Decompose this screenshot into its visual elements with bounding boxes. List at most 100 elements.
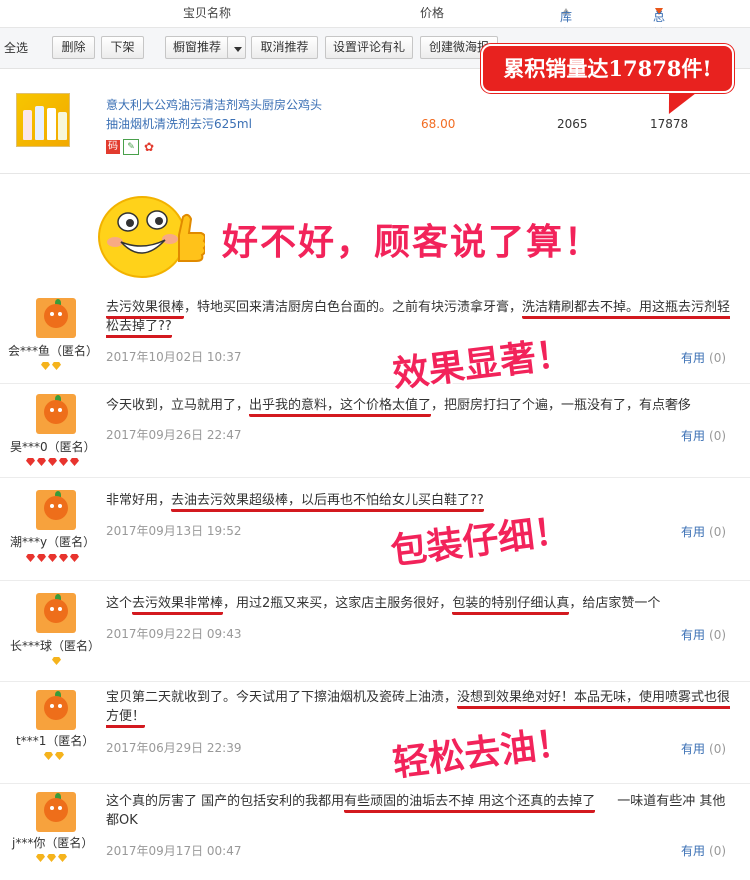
delete-button[interactable]: 删除 xyxy=(52,36,95,59)
gem-icon xyxy=(48,554,57,562)
column-header-stock-sort[interactable]: 库存 xyxy=(560,4,572,41)
useful-label: 有用 xyxy=(681,429,706,443)
useful-button[interactable]: 有用 (0) xyxy=(681,427,726,444)
avatar xyxy=(36,690,76,730)
useful-label: 有用 xyxy=(681,351,706,365)
review-content: 宝贝第二天就收到了。今天试用了下擦油烟机及瓷砖上油渍，没想到效果绝对好！本品无味… xyxy=(106,688,742,728)
review-item: 会***鱼（匿名） 去污效果很棒，特地买回来清洁厨房白色台面的。之前有块污渍拿牙… xyxy=(0,292,750,384)
review-item: 长***球（匿名） 这个去污效果非常棒，用过2瓶又来买，这家店主服务很好，包装的… xyxy=(0,581,750,682)
useful-label: 有用 xyxy=(681,525,706,539)
promo-tag-icon: 码 xyxy=(106,139,120,154)
review-highlight: 有些顽固的油垢去不掉 用这个还真的去掉了 xyxy=(344,794,596,813)
review-text: ，给店家赞一个 xyxy=(569,596,661,611)
window-recommend-dropdown[interactable] xyxy=(227,36,246,59)
review-content: 非常好用，去油去污效果超级棒，以后再也不怕给女儿买白鞋了?? xyxy=(106,491,742,512)
useful-label: 有用 xyxy=(681,742,706,756)
review-item: 潮***y（匿名） 非常好用，去油去污效果超级棒，以后再也不怕给女儿买白鞋了??… xyxy=(0,478,750,581)
gem-icon xyxy=(48,458,57,466)
product-tags: 码 ✎ ✿ xyxy=(106,136,159,155)
gem-icon xyxy=(70,458,79,466)
review-text: ，把厨房打扫了个遍，一瓶没有了，有点奢侈 xyxy=(431,398,692,413)
useful-count: (0) xyxy=(709,628,727,642)
review-item: 昊***0（匿名） 今天收到，立马就用了，出乎我的意料，这个价格太值了，把厨房打… xyxy=(0,384,750,478)
review-text: 非常好用， xyxy=(106,493,172,508)
sales-badge-text: 累积销量达17878件! xyxy=(503,56,712,81)
reviewer-nick: j***你（匿名） xyxy=(12,836,94,850)
reviewer-level xyxy=(41,362,63,370)
reviewer-level xyxy=(26,554,81,562)
useful-label: 有用 xyxy=(681,844,706,858)
review-item: t***1（匿名） 宝贝第二天就收到了。今天试用了下擦油烟机及瓷砖上油渍，没想到… xyxy=(0,682,750,784)
gem-icon xyxy=(52,657,61,665)
useful-button[interactable]: 有用 (0) xyxy=(681,626,726,643)
useful-count: (0) xyxy=(709,351,727,365)
review-text: ，特地买回来清洁厨房白色台面的。之前有块污渍拿牙膏， xyxy=(184,300,523,315)
useful-label: 有用 xyxy=(681,628,706,642)
sales-badge: 累积销量达17878件! xyxy=(481,44,734,93)
review-text: ，用过2瓶又来买，这家店主服务很好， xyxy=(223,596,453,611)
bottle-shape xyxy=(58,112,67,140)
reviewer-nick: 潮***y（匿名） xyxy=(10,535,96,549)
gem-icon xyxy=(41,362,50,370)
useful-button[interactable]: 有用 (0) xyxy=(681,349,726,366)
set-review-gift-button[interactable]: 设置评论有礼 xyxy=(325,36,413,59)
useful-count: (0) xyxy=(709,742,727,756)
review-content: 去污效果很棒，特地买回来清洁厨房白色台面的。之前有块污渍拿牙膏，洗洁精刷都去不掉… xyxy=(106,298,742,338)
thumbs-up-emoji xyxy=(98,196,205,278)
product-price: 68.00 xyxy=(421,117,456,131)
review-date: 2017年09月17日 00:47 xyxy=(106,844,242,858)
gem-icon xyxy=(26,554,35,562)
table-header: 宝贝名称 价格 库存 总销量 xyxy=(0,0,750,58)
reviewer-nick: 昊***0（匿名） xyxy=(10,440,96,454)
reviewer-level xyxy=(44,752,66,760)
product-sales: 17878 xyxy=(650,117,689,131)
bottle-shape xyxy=(47,108,56,140)
bottle-shape xyxy=(35,106,44,140)
column-header-price: 价格 xyxy=(420,6,445,20)
reviewer-level xyxy=(52,657,63,665)
gem-icon xyxy=(55,752,64,760)
review-content: 这个去污效果非常棒，用过2瓶又来买，这家店主服务很好，包装的特别仔细认真，给店家… xyxy=(106,594,742,615)
window-recommend-button[interactable]: 橱窗推荐 xyxy=(165,36,229,59)
review-item: j***你（匿名） 这个真的厉害了 国产的包括安利的我都用有些顽固的油垢去不掉 … xyxy=(0,784,750,880)
gem-icon xyxy=(59,554,68,562)
useful-button[interactable]: 有用 (0) xyxy=(681,842,726,859)
bottle-shape xyxy=(23,110,32,140)
gem-icon xyxy=(52,362,61,370)
review-highlight: 去污效果非常棒 xyxy=(132,596,224,615)
review-highlight: 去污效果很棒 xyxy=(106,300,185,319)
column-header-name: 宝贝名称 xyxy=(183,6,232,20)
product-title-link[interactable]: 意大利大公鸡油污清洁剂鸡头厨房公鸡头抽油烟机清洗剂去污625ml xyxy=(106,96,326,134)
cancel-recommend-button[interactable]: 取消推荐 xyxy=(251,36,318,59)
gem-icon xyxy=(37,458,46,466)
column-header-sales-sort[interactable]: 总销量 xyxy=(653,4,665,58)
review-date: 2017年06月29日 22:39 xyxy=(106,741,242,755)
reviewer-level xyxy=(26,458,81,466)
dropdown-arrow-icon xyxy=(234,47,242,52)
review-date: 2017年09月22日 09:43 xyxy=(106,627,242,641)
gem-icon xyxy=(70,554,79,562)
review-highlight: 包装的特别仔细认真 xyxy=(452,596,570,615)
avatar xyxy=(36,490,76,530)
useful-count: (0) xyxy=(709,429,727,443)
edit-tag-icon: ✎ xyxy=(123,138,139,155)
banner-slogan: 好不好，顾客说了算！ xyxy=(222,222,603,263)
gem-icon xyxy=(44,752,53,760)
gem-icon xyxy=(47,854,56,862)
unlist-button[interactable]: 下架 xyxy=(101,36,144,59)
review-text: 这个真的厉害了 国产的包括安利的我都用 xyxy=(106,794,345,809)
product-thumbnail[interactable] xyxy=(16,93,70,147)
gem-icon xyxy=(26,458,35,466)
useful-button[interactable]: 有用 (0) xyxy=(681,523,726,540)
gem-icon xyxy=(37,554,46,562)
flower-tag-icon: ✿ xyxy=(142,139,156,154)
select-all-checkbox[interactable]: 全选 xyxy=(4,39,28,56)
reviewer-nick: 会***鱼（匿名） xyxy=(8,344,99,358)
reviewer-level xyxy=(36,854,69,862)
useful-button[interactable]: 有用 (0) xyxy=(681,740,726,757)
reviewer-nick: 长***球（匿名） xyxy=(10,639,101,653)
reviewer-nick: t***1（匿名） xyxy=(16,734,95,748)
review-text: 这个 xyxy=(106,596,133,611)
gem-icon xyxy=(36,854,45,862)
review-highlight: 出乎我的意料，这个价格太值了 xyxy=(249,398,432,417)
